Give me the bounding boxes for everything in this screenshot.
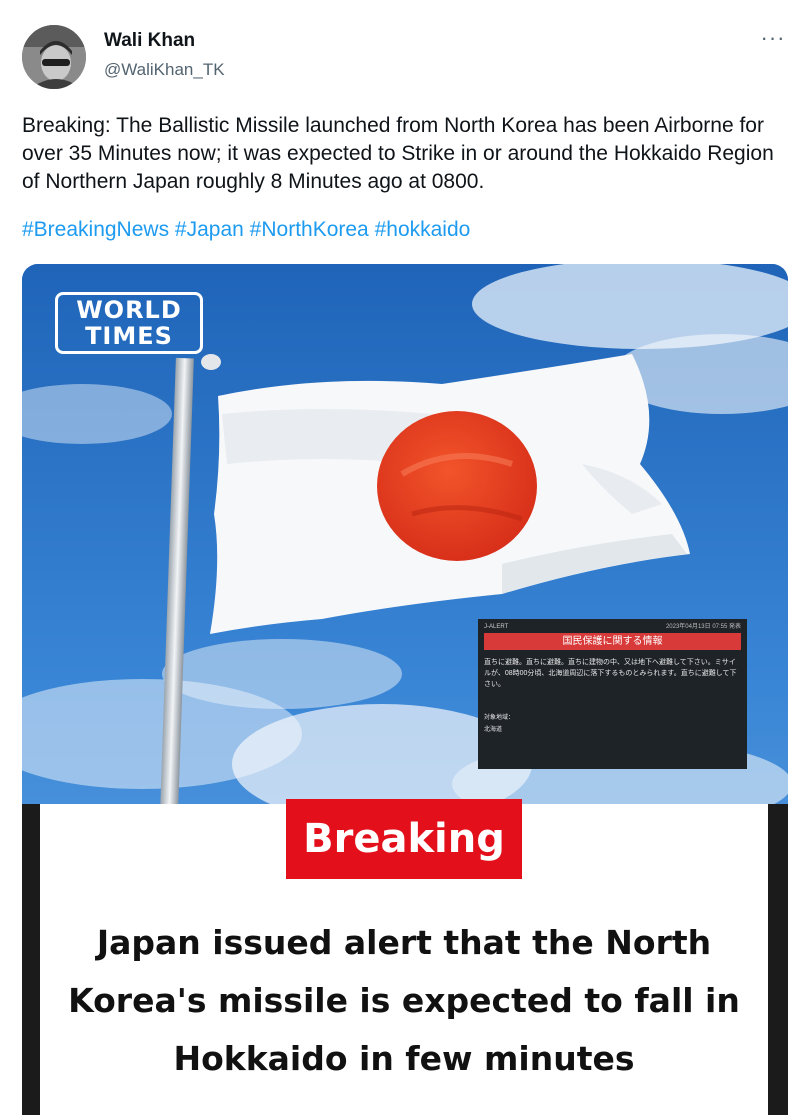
breaking-badge: Breaking	[286, 799, 522, 879]
more-options-icon[interactable]: ···	[755, 27, 791, 56]
logo-line1: WORLD	[76, 296, 182, 324]
logo-line2: TIMES	[85, 322, 173, 350]
alert-time: 2023年04月13日 07:55 発表	[665, 624, 741, 630]
hashtag-link[interactable]: #Japan	[175, 218, 244, 241]
tweet-media-image[interactable]: WORLD TIMES J-ALERT 2023年04月13日 07:55 発表…	[22, 264, 788, 1115]
alert-header: J-ALERT	[484, 624, 509, 630]
author-name[interactable]: Wali Khan	[104, 30, 195, 52]
hashtag-link[interactable]: #hokkaido	[375, 218, 471, 241]
alert-area-label: 対象地域：	[484, 715, 515, 721]
headline: Japan issued alert that the North Korea'…	[68, 923, 740, 1078]
alert-body: 直ちに避難。直ちに避難。直ちに建物の中、又は地下へ避難して下さい。ミサイルが、0…	[484, 659, 737, 688]
alert-area: 北海道	[484, 727, 503, 733]
dark-edge	[768, 804, 788, 1115]
avatar-photo	[22, 25, 86, 89]
alert-title: 国民保護に関する情報	[484, 633, 741, 650]
avatar[interactable]	[22, 25, 86, 89]
hashtag-link[interactable]: #NorthKorea	[250, 218, 369, 241]
author-handle[interactable]: @WaliKhan_TK	[104, 60, 225, 80]
tweet-text: Breaking: The Ballistic Missile launched…	[22, 114, 774, 193]
hashtag-list: #BreakingNews #Japan #NorthKorea #hokkai…	[22, 216, 470, 244]
world-times-logo: WORLD TIMES	[55, 292, 203, 354]
j-alert-screenshot: J-ALERT 2023年04月13日 07:55 発表 国民保護に関する情報 …	[478, 619, 747, 769]
dark-edge	[22, 804, 40, 1115]
hashtag-link[interactable]: #BreakingNews	[22, 218, 169, 241]
